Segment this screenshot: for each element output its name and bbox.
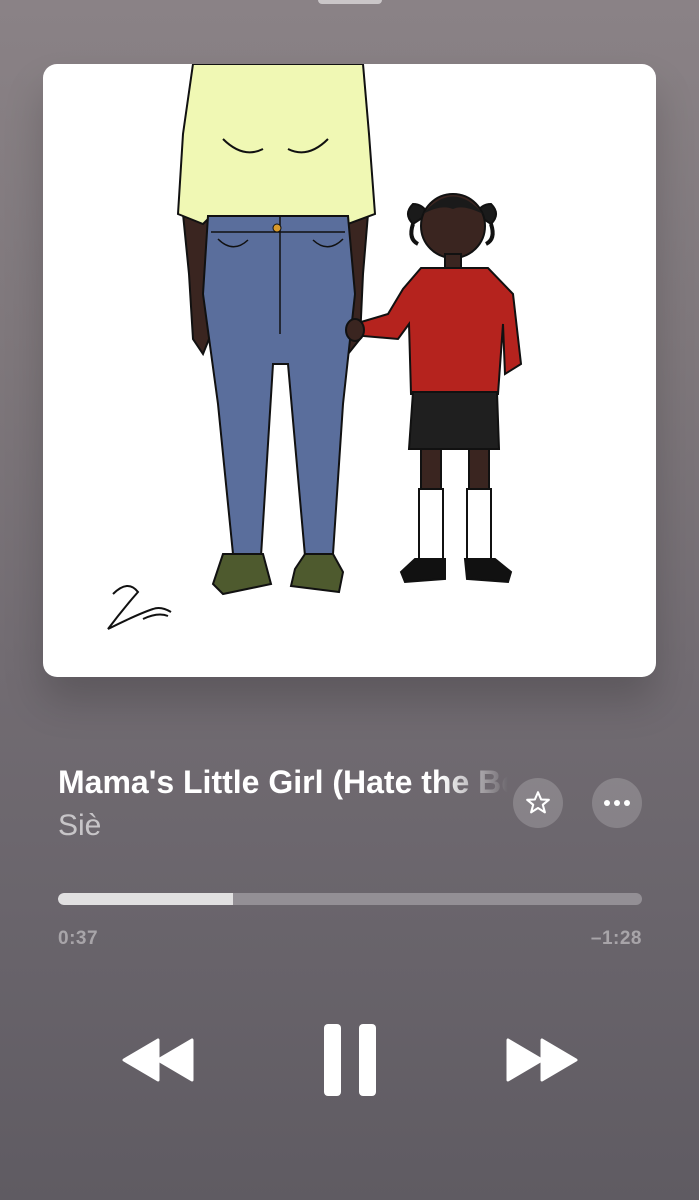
rewind-icon	[122, 1038, 194, 1082]
pause-button[interactable]	[318, 1022, 382, 1098]
more-options-button[interactable]	[592, 778, 642, 828]
playback-progress-fill	[58, 893, 234, 905]
sheet-grabber[interactable]	[318, 0, 382, 4]
playback-scrubber[interactable]	[58, 893, 642, 905]
elapsed-time: 0:37	[58, 928, 99, 949]
favorite-button[interactable]	[513, 778, 563, 828]
pause-icon	[324, 1024, 376, 1096]
rewind-button[interactable]	[118, 1034, 198, 1086]
star-icon	[526, 791, 550, 814]
track-artist[interactable]: Siè	[58, 806, 101, 846]
remaining-time: –1:28	[590, 928, 642, 949]
ellipsis-icon	[604, 800, 630, 806]
album-artwork-illustration	[107, 64, 523, 630]
fast-forward-icon	[506, 1038, 578, 1082]
track-title-container: Mama's Little Girl (Hate the Boys)	[58, 758, 508, 806]
album-artwork	[43, 64, 656, 677]
track-title: Mama's Little Girl (Hate the Boys)	[58, 764, 508, 800]
fast-forward-button[interactable]	[502, 1034, 582, 1086]
